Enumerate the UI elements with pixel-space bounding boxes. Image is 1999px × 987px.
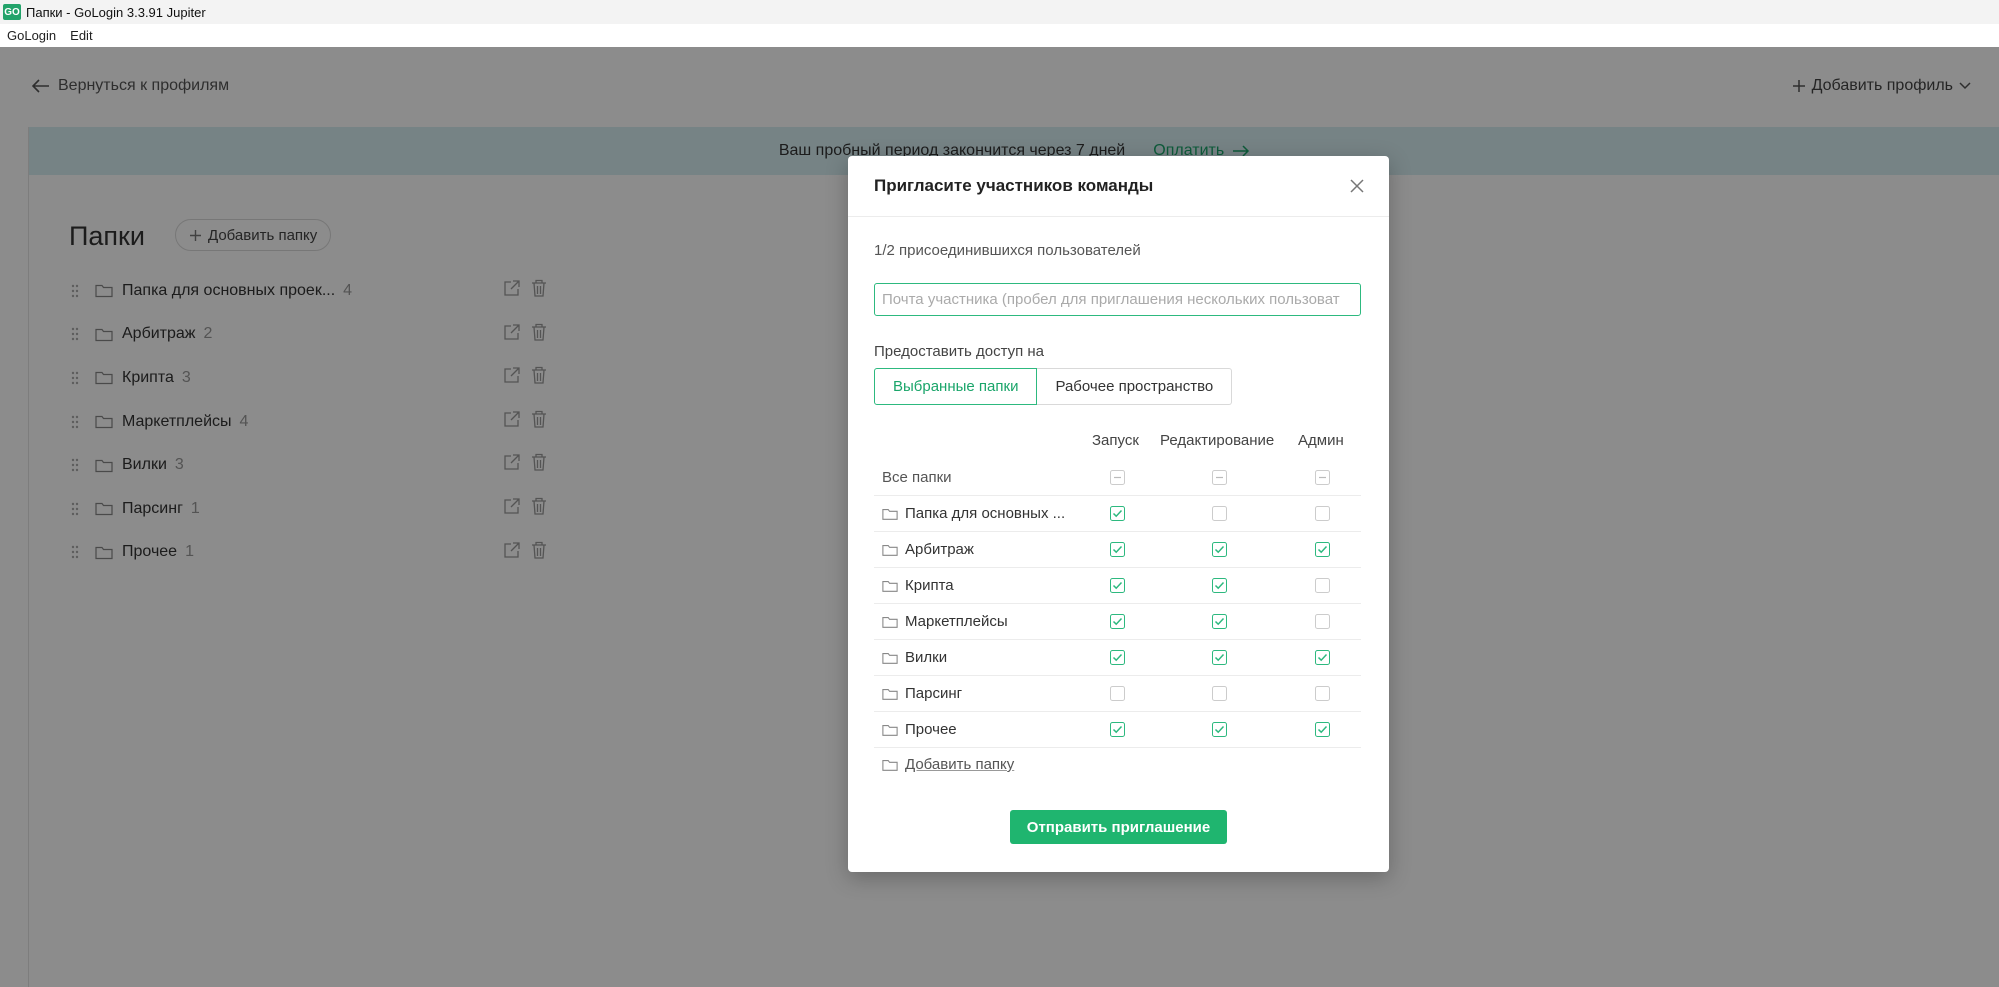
permission-folder: Папка для основных ... (882, 505, 1065, 522)
workspace-option[interactable]: Рабочее пространство (1037, 368, 1233, 405)
send-invite-button[interactable]: Отправить приглашение (1010, 810, 1227, 844)
close-icon[interactable] (1349, 178, 1365, 194)
permission-folder: Маркетплейсы (882, 613, 1008, 630)
window-titlebar: GO Папки - GoLogin 3.3.91 Jupiter (0, 0, 1999, 24)
permission-folder-name: Прочее (905, 721, 957, 738)
folder-icon (882, 759, 898, 771)
admin-checkbox[interactable] (1315, 578, 1330, 593)
edit-checkbox[interactable] (1212, 650, 1227, 665)
launch-checkbox[interactable] (1110, 542, 1125, 557)
admin-checkbox[interactable] (1315, 542, 1330, 557)
permission-row: Папка для основных ... (874, 496, 1361, 532)
dialog-header: Пригласите участников команды (848, 156, 1389, 217)
edit-checkbox[interactable] (1212, 614, 1227, 629)
indeterminate-checkbox[interactable] (1315, 470, 1330, 485)
all-folders-row: Все папки (874, 460, 1361, 496)
folder-icon (882, 508, 898, 520)
indeterminate-checkbox[interactable] (1110, 470, 1125, 485)
launch-checkbox[interactable] (1110, 506, 1125, 521)
access-type-toggle: Выбранные папки Рабочее пространство (874, 368, 1233, 405)
admin-checkbox[interactable] (1315, 722, 1330, 737)
window-title: Папки - GoLogin 3.3.91 Jupiter (26, 4, 206, 20)
permission-folder: Арбитраж (882, 541, 974, 558)
permission-folder-name: Арбитраж (905, 541, 974, 558)
permission-row: Прочее (874, 712, 1361, 748)
menu-bar: GoLogin Edit (0, 24, 1999, 47)
member-email-input[interactable] (874, 283, 1361, 316)
permission-folder-name: Маркетплейсы (905, 613, 1008, 630)
admin-checkbox[interactable] (1315, 506, 1330, 521)
launch-checkbox[interactable] (1110, 578, 1125, 593)
permission-folder-name: Парсинг (905, 685, 963, 702)
access-label: Предоставить доступ на (874, 343, 1045, 360)
column-admin: Админ (1298, 432, 1344, 449)
invite-members-dialog: Пригласите участников команды 1/2 присое… (848, 156, 1389, 872)
folder-icon (882, 688, 898, 700)
add-folder-link-content: Добавить папку (882, 756, 1014, 773)
gologin-logo-icon: GO (3, 4, 21, 20)
permission-row: Крипта (874, 568, 1361, 604)
edit-checkbox[interactable] (1212, 578, 1227, 593)
permission-folder: Крипта (882, 577, 954, 594)
edit-checkbox[interactable] (1212, 722, 1227, 737)
edit-checkbox[interactable] (1212, 506, 1227, 521)
launch-checkbox[interactable] (1110, 650, 1125, 665)
folder-icon (882, 544, 898, 556)
menu-edit[interactable]: Edit (63, 28, 99, 43)
admin-checkbox[interactable] (1315, 686, 1330, 701)
permission-rows: Папка для основных ... Арбитраж Крипта Марк… (874, 496, 1361, 748)
permission-folder: Вилки (882, 649, 947, 666)
dialog-title: Пригласите участников команды (874, 176, 1154, 195)
admin-checkbox[interactable] (1315, 650, 1330, 665)
edit-checkbox[interactable] (1212, 686, 1227, 701)
permissions-header: Запуск Редактирование Админ (874, 426, 1361, 460)
indeterminate-checkbox[interactable] (1212, 470, 1227, 485)
launch-checkbox[interactable] (1110, 722, 1125, 737)
admin-checkbox[interactable] (1315, 614, 1330, 629)
permission-row: Парсинг (874, 676, 1361, 712)
add-folder-link-label: Добавить папку (905, 756, 1015, 773)
menu-gologin[interactable]: GoLogin (0, 28, 63, 43)
permission-folder: Прочее (882, 721, 957, 738)
launch-checkbox[interactable] (1110, 686, 1125, 701)
folder-icon (882, 652, 898, 664)
selected-folders-option[interactable]: Выбранные папки (874, 368, 1038, 405)
joined-users-count: 1/2 присоединившихся пользователей (874, 242, 1141, 259)
folder-icon (882, 580, 898, 592)
permission-row: Арбитраж (874, 532, 1361, 568)
permissions-table: Запуск Редактирование Админ Все папки Па… (874, 426, 1361, 783)
column-launch: Запуск (1092, 432, 1139, 449)
permission-folder-name: Крипта (905, 577, 954, 594)
permission-row: Маркетплейсы (874, 604, 1361, 640)
column-edit: Редактирование (1160, 432, 1275, 449)
all-folders-label: Все папки (882, 469, 952, 486)
permission-folder-name: Папка для основных ... (905, 505, 1066, 522)
permission-folder: Парсинг (882, 685, 962, 702)
edit-checkbox[interactable] (1212, 542, 1227, 557)
permission-folder-name: Вилки (905, 649, 948, 666)
add-folder-link[interactable]: Добавить папку (874, 748, 1361, 783)
launch-checkbox[interactable] (1110, 614, 1125, 629)
folder-icon (882, 616, 898, 628)
folder-icon (882, 724, 898, 736)
permission-row: Вилки (874, 640, 1361, 676)
